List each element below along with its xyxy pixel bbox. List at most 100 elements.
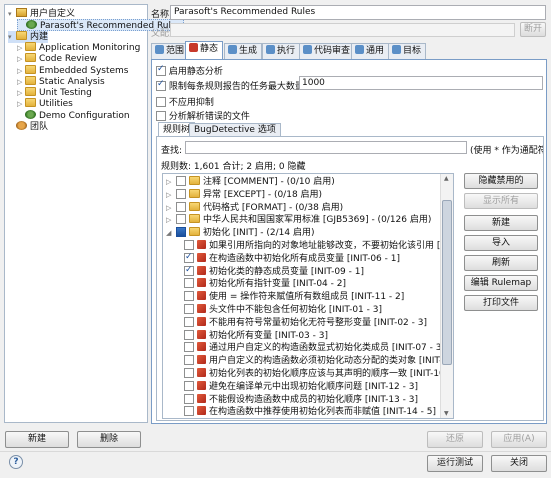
scroll-down-arrow[interactable]: ▼ — [444, 410, 449, 417]
rule-category-row[interactable]: ▷ 注释 [COMMENT] - (0/10 启用) — [166, 176, 335, 189]
tab-0[interactable]: 范围 — [151, 43, 190, 59]
config-tree[interactable]: ▾ 用户自定义 Parasoft's Recommended Rules ▾ 内建 ▷ Ap… — [4, 4, 185, 423]
rule-checkbox[interactable] — [184, 380, 194, 391]
expand-twisty-icon[interactable]: ▷ — [17, 76, 25, 88]
rule-checkbox[interactable] — [184, 264, 194, 277]
expand-twisty-icon[interactable]: ▷ — [166, 214, 176, 227]
rule-category-row[interactable]: ▷ 代码格式 [FORMAT] - (0/38 启用) — [166, 201, 343, 215]
rule-checkbox[interactable] — [184, 393, 194, 404]
expand-twisty-icon[interactable]: ▾ — [8, 8, 16, 20]
rule-row[interactable]: 如果引用所指向的对象地址能够改变，不要初始化该引用 [INIT-05 - 1] — [184, 240, 453, 253]
rule-checkbox[interactable] — [176, 201, 186, 212]
rule-checkbox[interactable] — [176, 188, 186, 199]
tab-2[interactable]: 生成 — [224, 43, 263, 59]
expand-twisty-icon[interactable]: ▷ — [166, 202, 176, 215]
rule-action-button[interactable]: 刷新 — [464, 255, 538, 271]
rule-action-button[interactable]: 隐藏禁用的 — [464, 173, 538, 189]
rule-checkbox[interactable] — [184, 251, 194, 264]
rule-tree[interactable]: ▷ 注释 [COMMENT] - (0/10 启用) ▷ 异常 [EXCEPT] - … — [162, 173, 454, 419]
expand-twisty-icon[interactable]: ▷ — [166, 189, 176, 202]
rule-action-button[interactable]: 编辑 Rulemap — [464, 275, 538, 291]
rule-checkbox[interactable] — [176, 176, 186, 186]
help-icon[interactable]: ? — [9, 455, 23, 469]
rule-category-row[interactable]: ◢ 初始化 [INIT] - (2/14 启用) — [166, 227, 315, 240]
rule-checkbox[interactable] — [184, 304, 194, 314]
no-suppress-checkbox[interactable] — [156, 97, 166, 107]
expand-twisty-icon[interactable]: ▾ — [8, 31, 16, 43]
rule-row[interactable]: 不能假设构造函数中成员的初始化顺序 [INIT-13 - 3] — [184, 393, 418, 407]
limit-input[interactable]: 1000 — [299, 76, 543, 90]
rule-checkbox[interactable] — [184, 406, 194, 417]
tab-3[interactable]: 执行 — [262, 43, 301, 59]
rule-category-row[interactable]: ▷ 异常 [EXCEPT] - (0/18 启用) — [166, 188, 322, 202]
rule-row[interactable]: 头文件中不能包含任何初始化 [INIT-01 - 3] — [184, 304, 382, 317]
rule-row[interactable]: 通过用户自定义的构造函数显式初始化类成员 [INIT-07 - 3] — [184, 342, 445, 355]
expand-twisty-icon[interactable]: ▷ — [17, 87, 25, 99]
rule-row[interactable]: 初始化所有变量 [INIT-03 - 3] — [184, 329, 328, 343]
rule-checkbox[interactable] — [184, 342, 194, 353]
tree-item[interactable]: ▾ 用户自定义 — [8, 8, 75, 20]
rule-tree-scrollbar[interactable]: ▲ ▼ — [440, 174, 453, 418]
parse-files-row[interactable]: 分析解析错误的文件 — [156, 109, 250, 122]
rule-checkbox[interactable] — [184, 355, 194, 366]
scroll-up-arrow[interactable]: ▲ — [444, 175, 449, 182]
restore-button[interactable]: 还原 — [427, 431, 483, 448]
tab-1[interactable]: 静态 — [185, 41, 224, 60]
rule-checkbox[interactable] — [184, 291, 194, 302]
tab-5[interactable]: 通用 — [351, 43, 390, 59]
tree-item[interactable]: 团队 — [8, 121, 48, 133]
rule-row[interactable]: 初始化所有指针变量 [INIT-04 - 2] — [184, 278, 346, 291]
expand-twisty-icon[interactable]: ▷ — [17, 42, 25, 54]
rule-action-button[interactable]: 打印文件 — [464, 295, 538, 311]
tab-6[interactable]: 目标 — [388, 43, 427, 59]
rule-action-button[interactable]: 导入 — [464, 235, 538, 251]
rule-row[interactable]: 初始化类的静态成员变量 [INIT-09 - 1] — [184, 264, 364, 279]
limit-row[interactable]: 限制每条规则报告的任务最大数量是: — [156, 79, 316, 92]
tree-item[interactable]: ▷ Code Review — [17, 53, 97, 65]
tree-item[interactable]: ▷ Static Analysis — [17, 75, 105, 88]
enable-static-checkbox[interactable] — [156, 64, 166, 76]
rule-checkbox[interactable] — [176, 227, 186, 238]
expand-twisty-icon[interactable]: ◢ — [166, 227, 176, 240]
rule-checkbox[interactable] — [176, 214, 186, 225]
expand-twisty-icon[interactable]: ▷ — [17, 53, 25, 65]
subtab-bugdetective[interactable]: BugDetective 选项 — [189, 123, 281, 136]
rule-checkbox[interactable] — [184, 329, 194, 340]
tab-4[interactable]: 代码审查 — [299, 43, 356, 59]
apply-button[interactable]: 应用(A) — [491, 431, 547, 448]
rule-row[interactable]: 用户自定义的构造函数必须初始化动态分配的类对象 [INIT-08 - 3] — [184, 355, 453, 368]
rule-checkbox[interactable] — [184, 278, 194, 289]
rule-category-row[interactable]: ▷ 中华人民共和国国家军用标准 [GJB5369] - (0/126 启用) — [166, 214, 431, 227]
rule-row[interactable]: 避免在编译单元中出现初始化顺序问题 [INIT-12 - 3] — [184, 380, 418, 394]
rule-checkbox[interactable] — [184, 368, 194, 378]
tree-item[interactable]: ▷ Embedded Systems — [17, 64, 129, 77]
rule-checkbox[interactable] — [184, 316, 194, 327]
tree-item[interactable]: ▷ Application Monitoring — [17, 41, 140, 54]
name-field[interactable]: Parasoft's Recommended Rules — [170, 5, 546, 20]
rule-row[interactable]: 使用 = 操作符来赋值所有数组成员 [INIT-11 - 2] — [184, 291, 404, 304]
rule-row[interactable]: 初始化列表的初始化顺序应该与其声明的顺序一致 [INIT-10 - 3] — [184, 368, 453, 381]
no-suppress-row[interactable]: 不应用抑制 — [156, 95, 214, 108]
rule-action-button[interactable]: 显示所有 — [464, 193, 538, 209]
expand-twisty-icon[interactable]: ▷ — [17, 98, 25, 110]
run-test-button[interactable]: 运行测试 — [427, 455, 483, 472]
rule-action-button[interactable]: 新建 — [464, 215, 538, 231]
expand-twisty-icon[interactable]: ▷ — [166, 176, 176, 189]
find-input[interactable] — [185, 141, 467, 154]
parse-files-checkbox[interactable] — [156, 111, 166, 121]
new-config-button[interactable]: 新建 — [5, 431, 69, 448]
tree-item[interactable]: ▷ Utilities — [17, 98, 73, 110]
rule-row[interactable]: 不能用有符号常量初始化无符号整形变量 [INIT-02 - 3] — [184, 316, 427, 330]
rule-row[interactable]: 在构造函数中推荐使用初始化列表而非赋值 [INIT-14 - 5] — [184, 406, 436, 418]
close-button[interactable]: 关闭 — [491, 455, 547, 472]
tree-item[interactable]: ▾ 内建 — [8, 30, 49, 43]
expand-twisty-icon[interactable]: ▷ — [17, 65, 25, 77]
enable-static-row[interactable]: 启用静态分析 — [156, 64, 223, 77]
rule-row[interactable]: 在构造函数中初始化所有成员变量 [INIT-06 - 1] — [184, 251, 400, 266]
rule-checkbox[interactable] — [184, 240, 194, 250]
tree-item[interactable]: Demo Configuration — [17, 109, 130, 122]
tree-item[interactable]: ▷ Unit Testing — [17, 87, 92, 99]
delete-config-button[interactable]: 删除 — [77, 431, 141, 448]
limit-checkbox[interactable] — [156, 79, 166, 91]
scroll-thumb[interactable] — [442, 200, 452, 365]
